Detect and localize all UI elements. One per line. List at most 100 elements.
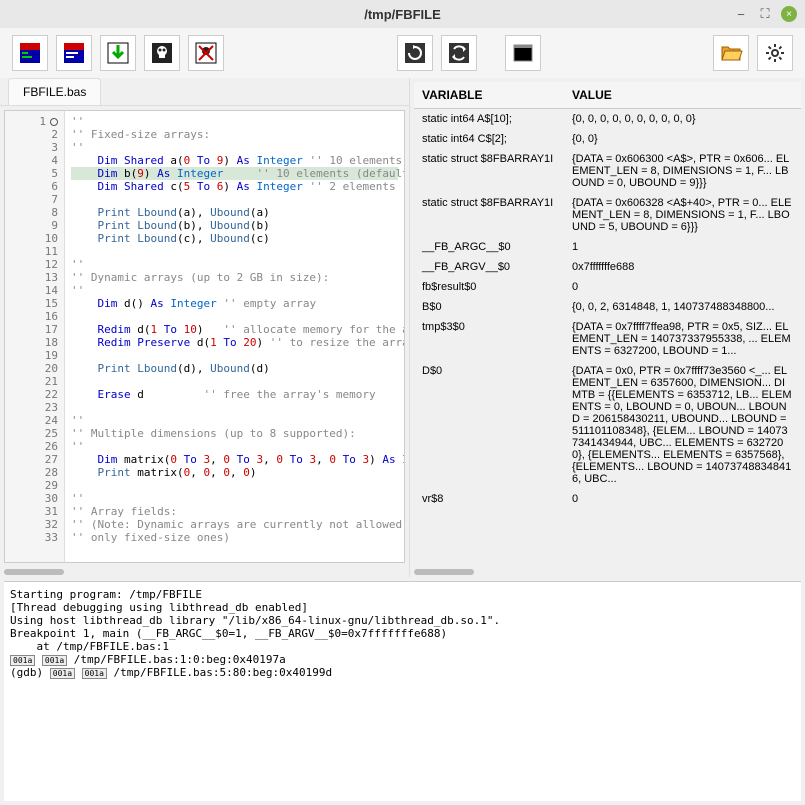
gutter-line[interactable]: 6	[5, 180, 58, 193]
code-line: Print Lbound(d), Ubound(d)	[71, 362, 398, 375]
gutter-line[interactable]: 32	[5, 518, 58, 531]
code-editor[interactable]: 1234567891011121314151617181920212223242…	[4, 110, 405, 563]
code-line	[71, 193, 398, 206]
code-line: ''	[71, 115, 398, 128]
gutter-line[interactable]: 1	[5, 115, 58, 128]
editor-code[interactable]: '''' Fixed-size arrays:'' Dim Shared a(0…	[65, 111, 404, 562]
continue-button[interactable]	[100, 35, 136, 71]
variable-row[interactable]: fb$result$00	[414, 277, 801, 297]
variable-name: B$0	[422, 301, 572, 313]
variable-value: {0, 0}	[572, 133, 793, 145]
gutter-line[interactable]: 7	[5, 193, 58, 206]
variable-row[interactable]: B$0{0, 0, 2, 6314848, 1, 140737488348800…	[414, 297, 801, 317]
code-line: Dim b(9) As Integer '' 10 elements (defa…	[71, 167, 398, 180]
gutter-line[interactable]: 2	[5, 128, 58, 141]
gutter-line[interactable]: 4	[5, 154, 58, 167]
skull-icon	[150, 41, 174, 65]
variable-row[interactable]: static struct $8FBARRAY1I{DATA = 0x60630…	[414, 149, 801, 193]
gutter-line[interactable]: 17	[5, 323, 58, 336]
breakpoint-icon	[18, 41, 42, 65]
variable-name: fb$result$0	[422, 281, 572, 293]
code-line	[71, 245, 398, 258]
settings-button[interactable]	[757, 35, 793, 71]
gutter-line[interactable]: 30	[5, 492, 58, 505]
variable-row[interactable]: static int64 C$[2];{0, 0}	[414, 129, 801, 149]
variable-row[interactable]: static int64 A$[10];{0, 0, 0, 0, 0, 0, 0…	[414, 109, 801, 129]
breakpoint-button[interactable]	[12, 35, 48, 71]
gutter-line[interactable]: 25	[5, 427, 58, 440]
gutter-line[interactable]: 13	[5, 271, 58, 284]
gutter-line[interactable]: 9	[5, 219, 58, 232]
gutter-line[interactable]: 22	[5, 388, 58, 401]
tab-fbfile[interactable]: FBFILE.bas	[8, 78, 101, 105]
gutter-line[interactable]: 23	[5, 401, 58, 414]
window-title: /tmp/FBFILE	[364, 7, 441, 22]
code-line	[71, 401, 398, 414]
gutter-line[interactable]: 27	[5, 453, 58, 466]
variable-value: {DATA = 0x0, PTR = 0x7ffff73e3560 <_... …	[572, 365, 793, 485]
editor-tabs: FBFILE.bas	[0, 78, 409, 106]
variable-name: tmp$3$0	[422, 321, 572, 333]
code-line: ''	[71, 141, 398, 154]
gutter-line[interactable]: 29	[5, 479, 58, 492]
terminal-button[interactable]	[505, 35, 541, 71]
gutter-line[interactable]: 21	[5, 375, 58, 388]
debug-console[interactable]: Starting program: /tmp/FBFILE[Thread deb…	[4, 581, 801, 801]
code-line	[71, 310, 398, 323]
variable-name: __FB_ARGC__$0	[422, 241, 572, 253]
gutter-line[interactable]: 24	[5, 414, 58, 427]
refresh-button[interactable]	[397, 35, 433, 71]
gutter-line[interactable]: 12	[5, 258, 58, 271]
minimize-button[interactable]: −	[733, 6, 749, 22]
gutter-line[interactable]: 16	[5, 310, 58, 323]
gutter-line[interactable]: 11	[5, 245, 58, 258]
kill-button[interactable]	[188, 35, 224, 71]
gutter-line[interactable]: 5	[5, 167, 58, 180]
step-button[interactable]	[56, 35, 92, 71]
gutter-line[interactable]: 14	[5, 284, 58, 297]
gutter-line[interactable]: 33	[5, 531, 58, 544]
variable-row[interactable]: D$0{DATA = 0x0, PTR = 0x7ffff73e3560 <_.…	[414, 361, 801, 489]
code-line: Dim Shared a(0 To 9) As Integer '' 10 el…	[71, 154, 398, 167]
console-line: Starting program: /tmp/FBFILE	[10, 588, 795, 601]
variable-row[interactable]: vr$80	[414, 489, 801, 509]
console-line: Breakpoint 1, main (__FB_ARGC__$0=1, __F…	[10, 627, 795, 640]
console-line: (gdb) 001a 001a /tmp/FBFILE.bas:5:80:beg…	[10, 666, 795, 679]
open-button[interactable]	[713, 35, 749, 71]
code-line: '' only fixed-size ones)	[71, 531, 398, 544]
breakpoint-marker[interactable]	[50, 118, 58, 126]
reload-icon	[447, 41, 471, 65]
code-line	[71, 349, 398, 362]
variables-scrollbar[interactable]	[410, 567, 805, 577]
refresh-icon	[403, 41, 427, 65]
variable-name: static int64 C$[2];	[422, 133, 572, 145]
close-button[interactable]: ×	[781, 6, 797, 22]
skull-button[interactable]	[144, 35, 180, 71]
code-line: Erase d '' free the array's memory	[71, 388, 398, 401]
variable-row[interactable]: static struct $8FBARRAY1I{DATA = 0x60632…	[414, 193, 801, 237]
variable-row[interactable]: tmp$3$0{DATA = 0x7ffff7ffea98, PTR = 0x5…	[414, 317, 801, 361]
maximize-button[interactable]: ⛶	[757, 6, 773, 22]
gutter-line[interactable]: 19	[5, 349, 58, 362]
gutter-line[interactable]: 31	[5, 505, 58, 518]
variable-name: static struct $8FBARRAY1I	[422, 197, 572, 209]
gutter-line[interactable]: 3	[5, 141, 58, 154]
gutter-line[interactable]: 15	[5, 297, 58, 310]
variable-row[interactable]: __FB_ARGV__$00x7fffffffe688	[414, 257, 801, 277]
open-icon	[719, 41, 743, 65]
console-line: at /tmp/FBFILE.bas:1	[10, 640, 795, 653]
code-line: ''	[71, 492, 398, 505]
reload-button[interactable]	[441, 35, 477, 71]
editor-scrollbar[interactable]	[0, 567, 409, 577]
console-line: Using host libthread_db library "/lib/x8…	[10, 614, 795, 627]
gutter-line[interactable]: 26	[5, 440, 58, 453]
gutter-line[interactable]: 18	[5, 336, 58, 349]
gutter-line[interactable]: 28	[5, 466, 58, 479]
gutter-line[interactable]: 20	[5, 362, 58, 375]
gutter-line[interactable]: 10	[5, 232, 58, 245]
gutter-line[interactable]: 8	[5, 206, 58, 219]
continue-icon	[106, 41, 130, 65]
titlebar: /tmp/FBFILE − ⛶ ×	[0, 0, 805, 28]
variable-row[interactable]: __FB_ARGC__$01	[414, 237, 801, 257]
variable-value: {DATA = 0x606300 <A$>, PTR = 0x606... EL…	[572, 153, 793, 189]
